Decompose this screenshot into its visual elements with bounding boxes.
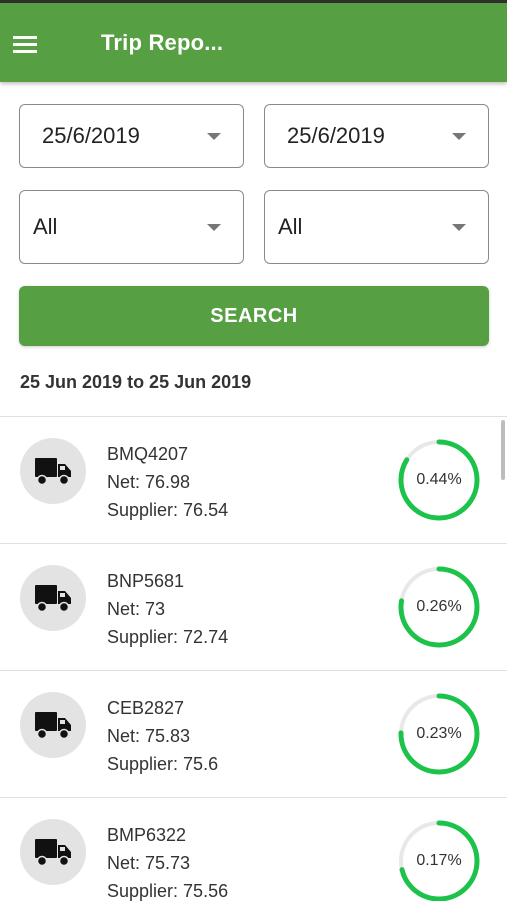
net-value: Net: 75.83	[107, 726, 191, 746]
list-scrollbar[interactable]	[501, 420, 505, 480]
trip-list[interactable]: BMQ4207 Net: 76.98 Supplier: 76.54 0.44%…	[0, 416, 507, 901]
vehicle-avatar	[20, 692, 86, 758]
filter-a-value: All	[33, 214, 58, 239]
percentage-ring: 0.23%	[397, 692, 481, 776]
to-date-value: 25/6/2019	[287, 123, 385, 148]
trip-row[interactable]: BMP6322 Net: 75.73 Supplier: 75.56 0.17%	[0, 798, 507, 901]
dropdown-arrow-icon	[207, 224, 221, 231]
percentage-ring: 0.17%	[397, 819, 481, 901]
percentage-value: 0.44%	[416, 471, 462, 488]
percentage-ring: 0.44%	[397, 438, 481, 522]
status-bar	[0, 0, 507, 3]
to-date-select[interactable]: 25/6/2019	[264, 104, 489, 168]
filter-b-value: All	[278, 214, 303, 239]
hamburger-menu-icon	[13, 36, 37, 53]
net-value: Net: 76.98	[107, 472, 191, 492]
truck-icon	[35, 839, 71, 867]
truck-icon	[35, 712, 71, 740]
menu-button[interactable]	[0, 20, 50, 70]
truck-icon	[35, 458, 71, 486]
trip-row[interactable]: BMQ4207 Net: 76.98 Supplier: 76.54 0.44%	[0, 417, 507, 544]
filter-a-select[interactable]: All	[19, 190, 244, 264]
vehicle-number: BNP5681	[107, 571, 185, 591]
trip-row[interactable]: BNP5681 Net: 73 Supplier: 72.74 0.26%	[0, 544, 507, 671]
from-date-select[interactable]: 25/6/2019	[19, 104, 244, 168]
supplier-value: Supplier: 76.54	[107, 500, 229, 520]
net-value: Net: 73	[107, 599, 166, 619]
supplier-value: Supplier: 75.6	[107, 754, 219, 774]
trip-info: CEB2827 Net: 75.83 Supplier: 75.6	[107, 694, 218, 778]
vehicle-avatar	[20, 819, 86, 885]
truck-icon	[35, 585, 71, 613]
vehicle-avatar	[20, 438, 86, 504]
percentage-value: 0.23%	[416, 725, 462, 742]
trip-info: BMP6322 Net: 75.73 Supplier: 75.56	[107, 821, 228, 901]
filter-b-select[interactable]: All	[264, 190, 489, 264]
percentage-value: 0.26%	[416, 598, 462, 615]
dropdown-arrow-icon	[207, 133, 221, 140]
percentage-ring: 0.26%	[397, 565, 481, 649]
trip-info: BNP5681 Net: 73 Supplier: 72.74	[107, 567, 228, 651]
trip-row[interactable]: CEB2827 Net: 75.83 Supplier: 75.6 0.23%	[0, 671, 507, 798]
trip-info: BMQ4207 Net: 76.98 Supplier: 76.54	[107, 440, 228, 524]
page-title: Trip Repo...	[101, 30, 224, 55]
supplier-value: Supplier: 75.56	[107, 881, 229, 901]
vehicle-avatar	[20, 565, 86, 631]
vehicle-number: CEB2827	[107, 698, 185, 718]
dropdown-arrow-icon	[452, 133, 466, 140]
date-range-label: 25 Jun 2019 to 25 Jun 2019	[20, 372, 252, 392]
app-bar: Trip Repo...	[0, 0, 507, 82]
dropdown-arrow-icon	[452, 224, 466, 231]
supplier-value: Supplier: 72.74	[107, 627, 229, 647]
from-date-value: 25/6/2019	[42, 123, 140, 148]
net-value: Net: 75.73	[107, 853, 191, 873]
percentage-value: 0.17%	[416, 852, 462, 869]
search-button[interactable]: SEARCH	[19, 286, 489, 346]
vehicle-number: BMQ4207	[107, 444, 189, 464]
vehicle-number: BMP6322	[107, 825, 187, 845]
